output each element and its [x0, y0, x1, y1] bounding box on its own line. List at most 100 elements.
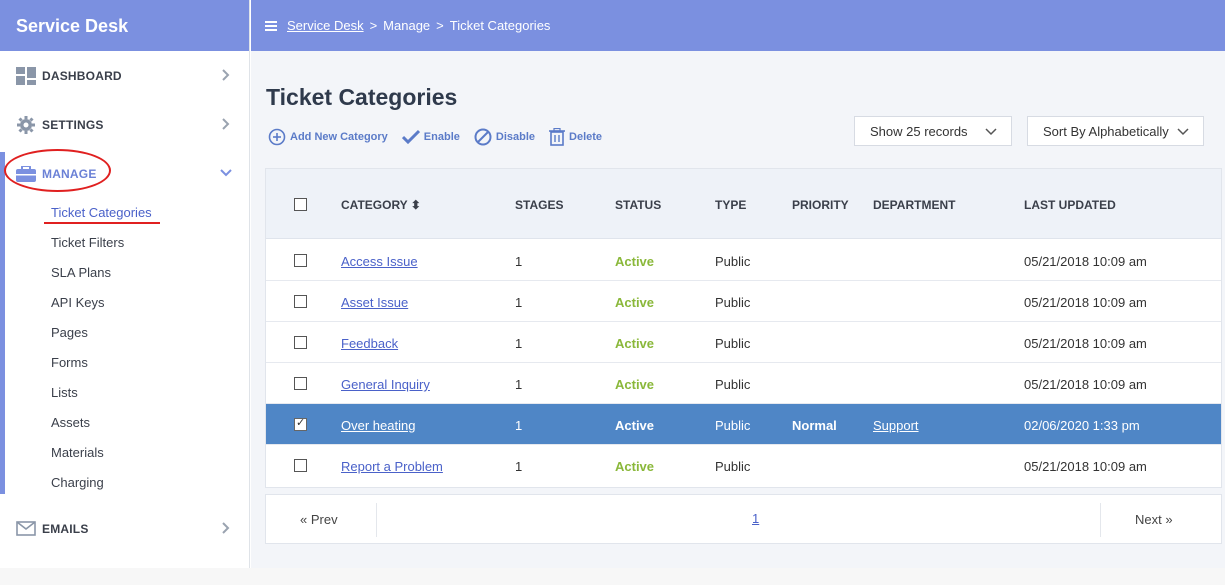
priority-cell: Normal	[792, 418, 837, 433]
sub-item-sla-plans[interactable]: SLA Plans	[51, 258, 249, 288]
add-category-button[interactable]: Add New Category	[268, 128, 388, 146]
status-cell: Active	[615, 418, 655, 433]
column-header-department: DEPARTMENT	[873, 198, 956, 212]
type-cell: Public	[715, 336, 751, 351]
chevron-right-icon	[222, 522, 230, 534]
department-link[interactable]: Support	[873, 418, 919, 433]
page-title: Ticket Categories	[266, 84, 458, 110]
status-cell: Active	[615, 254, 655, 269]
row-checkbox[interactable]	[294, 254, 307, 267]
column-header-category[interactable]: CATEGORY ⬍	[341, 198, 421, 212]
row-checkbox[interactable]	[294, 459, 307, 472]
chevron-down-icon	[1177, 128, 1189, 136]
brand-title[interactable]: Service Desk	[0, 0, 249, 51]
column-header-type: TYPE	[715, 198, 747, 212]
delete-label: Delete	[569, 131, 603, 143]
sidebar-item-label: DASHBOARD	[42, 68, 122, 83]
sort-select[interactable]: Sort By Alphabetically	[1027, 116, 1204, 146]
status-cell: Active	[615, 295, 655, 310]
stages-cell: 1	[515, 295, 523, 310]
hamburger-menu-icon[interactable]	[265, 20, 277, 31]
sidebar: Service Desk DASHBOARD SETTINGS MANAGE T…	[0, 0, 250, 585]
records-per-page-select[interactable]: Show 25 records	[854, 116, 1012, 146]
status-cell: Active	[615, 459, 655, 474]
category-link[interactable]: Feedback	[341, 336, 398, 351]
envelope-icon	[16, 520, 36, 538]
table-row[interactable]: Access Issue 1 Active Public 05/21/2018 …	[266, 240, 1221, 281]
category-link[interactable]: General Inquiry	[341, 377, 430, 392]
sub-item-ticket-filters[interactable]: Ticket Filters	[51, 228, 249, 258]
add-category-label: Add New Category	[290, 131, 388, 143]
sub-item-assets[interactable]: Assets	[51, 408, 249, 438]
header-bar: Service Desk > Manage > Ticket Categorie…	[251, 0, 1225, 51]
column-header-stages: STAGES	[515, 198, 564, 212]
chevron-down-icon	[220, 169, 232, 177]
breadcrumb-separator: >	[369, 18, 378, 33]
sort-icon: ⬍	[410, 198, 421, 212]
torn-screenshot-edge	[0, 568, 1225, 585]
table-row-selected[interactable]: Over heating 1 Active Public Normal Supp…	[266, 404, 1221, 445]
breadcrumb-separator: >	[436, 18, 444, 33]
gear-icon	[16, 115, 36, 134]
type-cell: Public	[715, 377, 751, 392]
page-number-link[interactable]: 1	[752, 511, 759, 526]
sidebar-item-settings[interactable]: SETTINGS	[0, 100, 249, 149]
row-checkbox[interactable]	[294, 377, 307, 390]
column-header-status: STATUS	[615, 198, 662, 212]
sidebar-item-emails[interactable]: EMAILS	[0, 504, 249, 553]
category-link[interactable]: Asset Issue	[341, 295, 408, 310]
enable-button[interactable]: Enable	[401, 129, 460, 145]
status-cell: Active	[615, 336, 655, 351]
manage-submenu: Ticket Categories Ticket Filters SLA Pla…	[0, 198, 249, 498]
type-cell: Public	[715, 459, 751, 474]
row-checkbox[interactable]	[294, 295, 307, 308]
delete-button[interactable]: Delete	[549, 128, 602, 146]
pagination: « Prev 1 Next »	[265, 494, 1222, 544]
annotation-underline	[44, 222, 160, 224]
breadcrumb-current: Ticket Categories	[449, 18, 551, 33]
sub-item-lists[interactable]: Lists	[51, 378, 249, 408]
row-checkbox[interactable]	[294, 336, 307, 349]
category-link[interactable]: Report a Problem	[341, 459, 443, 474]
disable-button[interactable]: Disable	[474, 128, 535, 146]
dashboard-icon	[16, 66, 36, 85]
updated-cell: 05/21/2018 10:09 am	[1024, 459, 1147, 474]
updated-cell: 05/21/2018 10:09 am	[1024, 254, 1147, 269]
table-row[interactable]: Asset Issue 1 Active Public 05/21/2018 1…	[266, 281, 1221, 322]
breadcrumb-home[interactable]: Service Desk	[287, 18, 364, 33]
divider	[376, 503, 377, 537]
sort-value: Sort By Alphabetically	[1043, 123, 1169, 139]
plus-circle-icon	[268, 128, 286, 146]
active-section-indicator	[0, 152, 5, 494]
type-cell: Public	[715, 295, 751, 310]
sub-item-pages[interactable]: Pages	[51, 318, 249, 348]
table-row[interactable]: Report a Problem 1 Active Public 05/21/2…	[266, 445, 1221, 486]
status-cell: Active	[615, 377, 655, 392]
trash-icon	[549, 128, 566, 146]
action-toolbar: Add New Category Enable Disable Delete	[268, 128, 616, 146]
sidebar-item-dashboard[interactable]: DASHBOARD	[0, 51, 249, 100]
stages-cell: 1	[515, 254, 523, 269]
stages-cell: 1	[515, 336, 523, 351]
stages-cell: 1	[515, 377, 523, 392]
ban-icon	[474, 128, 492, 146]
select-all-checkbox[interactable]	[294, 198, 307, 211]
sub-item-forms[interactable]: Forms	[51, 348, 249, 378]
prev-page-button[interactable]: « Prev	[300, 512, 338, 527]
divider	[1100, 503, 1101, 537]
sub-item-api-keys[interactable]: API Keys	[51, 288, 249, 318]
records-per-page-value: Show 25 records	[870, 123, 968, 139]
table-row[interactable]: General Inquiry 1 Active Public 05/21/20…	[266, 363, 1221, 404]
next-page-button[interactable]: Next »	[1135, 512, 1173, 527]
row-checkbox-checked[interactable]	[294, 416, 307, 431]
table-row[interactable]: Feedback 1 Active Public 05/21/2018 10:0…	[266, 322, 1221, 363]
category-link[interactable]: Over heating	[341, 418, 415, 433]
sub-item-charging[interactable]: Charging	[51, 468, 249, 498]
type-cell: Public	[715, 254, 751, 269]
chevron-right-icon	[222, 69, 230, 81]
annotation-circle	[4, 149, 111, 192]
sidebar-item-label: EMAILS	[42, 521, 89, 536]
category-link[interactable]: Access Issue	[341, 254, 418, 269]
sub-item-materials[interactable]: Materials	[51, 438, 249, 468]
column-header-priority: PRIORITY	[792, 198, 849, 212]
